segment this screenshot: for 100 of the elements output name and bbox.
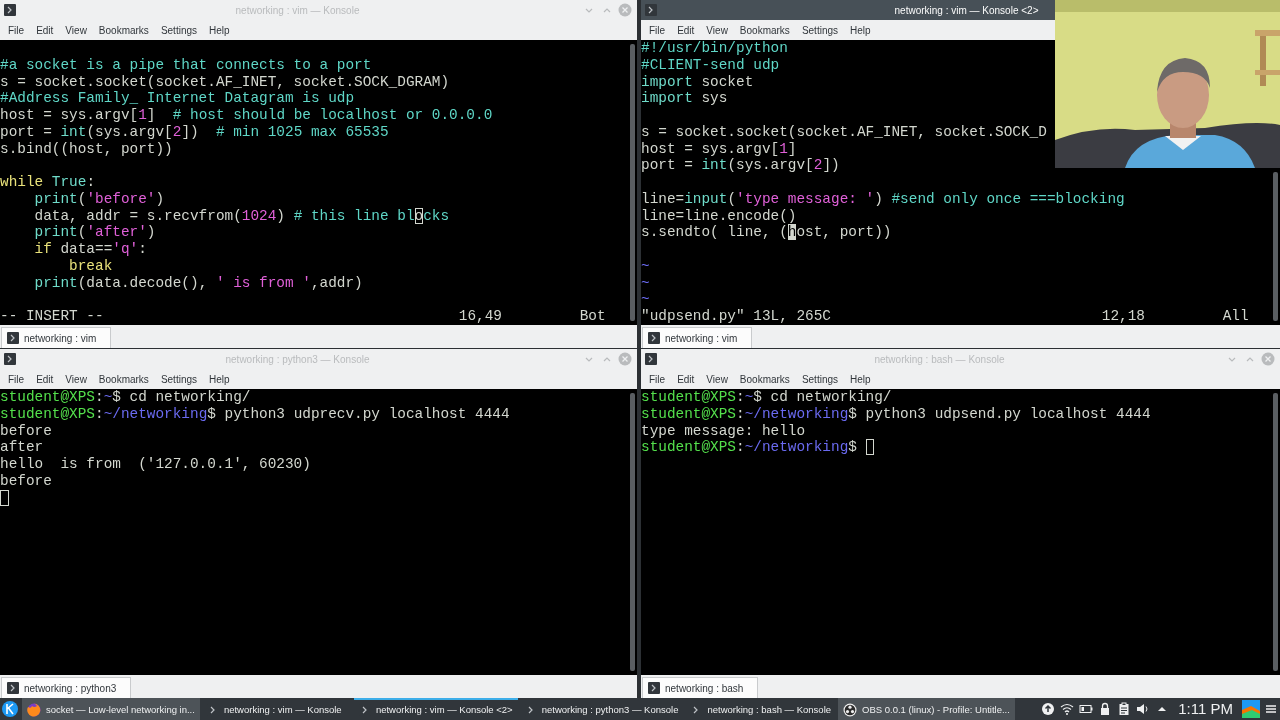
code-line: port = int(sys.argv[2]) # min 1025 max 65535 (0, 123, 389, 141)
terminal-icon[interactable] (4, 4, 16, 16)
cursor-position: 12,18 (1101, 308, 1145, 324)
clock[interactable]: 1:11 PM (1174, 697, 1237, 720)
menu-item[interactable]: File (643, 371, 672, 387)
terminal-icon (648, 332, 660, 344)
close-button[interactable] (617, 351, 633, 367)
menu-item[interactable]: Edit (671, 22, 701, 38)
clipboard-icon[interactable] (1117, 702, 1132, 716)
taskbar-button[interactable]: networking : vim — Konsole <2> (353, 698, 518, 720)
code-line: import socket (641, 73, 754, 91)
menu-item[interactable]: File (2, 371, 31, 387)
three-circles-icon (843, 703, 858, 717)
code-line: #!/usr/bin/python (641, 40, 788, 57)
scrollbar[interactable] (630, 44, 635, 321)
menu-item[interactable]: Bookmarks (92, 371, 155, 387)
code-line: #CLIENT-send udp (641, 56, 780, 74)
tilde-marker: ~ (641, 257, 650, 275)
taskbar-button[interactable]: OBS 0.0.1 (linux) - Profile: Untitle... (838, 698, 1015, 720)
tilde-marker: ~ (641, 274, 650, 292)
code-line: #Address Family_ Internet Datagram is udp (0, 90, 355, 107)
menu-item[interactable]: Settings (795, 371, 844, 387)
scrollbar[interactable] (1273, 172, 1278, 321)
menu-item[interactable]: File (643, 22, 672, 38)
browser-icon (27, 703, 41, 717)
close-icon (618, 352, 632, 366)
prompt-line: student@XPS:~/networking$ python3 udpsend.py localhost 4444 (641, 405, 1151, 423)
code-line: import sys (641, 90, 728, 107)
prompt-line: student@XPS:~$ cd networking/ (641, 389, 892, 406)
code-line: s.bind((host, port)) (0, 140, 173, 158)
menu-item[interactable]: Bookmarks (733, 22, 796, 38)
taskbar-button[interactable]: socket — Low-level networking in... (22, 698, 200, 720)
output-line: after (0, 439, 44, 456)
terminal-icon[interactable] (645, 4, 657, 16)
code-line: host = sys.argv[1] # host should be localhost or 0.0.0.0 (0, 107, 493, 124)
menu-item[interactable]: Settings (154, 22, 203, 38)
close-button[interactable] (1260, 351, 1276, 367)
menu-item[interactable]: File (2, 22, 31, 38)
text-cursor (0, 489, 9, 506)
menu-item[interactable]: Edit (30, 371, 60, 387)
cursor-position: 16,49 (458, 308, 502, 324)
terminal-icon (7, 332, 19, 344)
menu-item[interactable]: Help (844, 22, 877, 38)
menu-item[interactable]: Edit (671, 371, 701, 387)
code-line: s = socket.socket(socket.AF_INET, socket.SOCK_D (641, 123, 1047, 141)
menu-item[interactable]: Help (203, 371, 236, 387)
session-tab[interactable]: networking : bash (642, 677, 759, 698)
taskbar-button[interactable]: networking : bash — Konsole (685, 698, 837, 720)
terminal-icon (7, 682, 19, 694)
session-tab[interactable]: networking : vim (642, 327, 753, 348)
close-button[interactable] (617, 2, 633, 18)
taskbar-button[interactable]: networking : vim — Konsole (201, 698, 352, 720)
menu-item[interactable]: View (59, 22, 93, 38)
menu-item[interactable]: Help (844, 371, 877, 387)
code-line: host = sys.argv[1] (641, 140, 797, 158)
menu-item[interactable]: View (700, 22, 734, 38)
code-line: print('after') (33, 224, 156, 241)
scroll-position: Bot (579, 308, 606, 324)
terminal-icon[interactable] (4, 353, 16, 365)
close-icon (618, 3, 632, 17)
code-line: print('before') (33, 190, 165, 208)
terminal-icon[interactable] (645, 353, 657, 365)
scrollbar[interactable] (1273, 393, 1278, 671)
menu-item[interactable]: Help (203, 22, 236, 38)
update-icon[interactable] (1041, 702, 1056, 716)
session-tab[interactable]: networking : python3 (1, 677, 132, 698)
code-line: s.sendto( line, (host, port)) (641, 224, 892, 241)
menu-item[interactable]: Edit (30, 22, 60, 38)
output-line: before (0, 422, 52, 440)
menu-item[interactable]: Settings (154, 371, 203, 387)
status-message: "udpsend.py" 13L, 265C (641, 308, 831, 324)
battery-icon[interactable] (1079, 702, 1094, 716)
output-line: type message: hello (641, 422, 806, 440)
taskbar-button[interactable]: networking : python3 — Konsole (519, 698, 684, 720)
scrollbar[interactable] (630, 393, 635, 671)
code-line: print(data.decode(), ' is from ',addr) (33, 274, 363, 292)
code-line: s = socket.socket(socket.AF_INET, socket.SOCK_DGRAM) (0, 73, 450, 91)
menu-icon[interactable] (1265, 703, 1277, 715)
code-line: #a socket is a pipe that connects to a port (0, 56, 372, 74)
scroll-position: All (1222, 308, 1249, 324)
close-icon (1261, 352, 1275, 366)
output-line: before (0, 472, 52, 490)
session-tab[interactable]: networking : vim (1, 327, 112, 348)
menu-item[interactable]: View (700, 371, 734, 387)
menu-item[interactable]: Bookmarks (733, 371, 796, 387)
tilde-marker: ~ (641, 291, 650, 308)
menu-item[interactable]: View (59, 371, 93, 387)
wifi-icon[interactable] (1060, 702, 1075, 716)
menu-item[interactable]: Settings (795, 22, 844, 38)
window-title: networking : vim — Konsole <2> (893, 3, 1040, 18)
prompt-line: student@XPS:~$ cd networking/ (0, 389, 251, 406)
output-line: hello is from ('127.0.0.1', 60230) (0, 456, 311, 473)
terminal-icon (648, 682, 660, 694)
code-line: if data=='q': (33, 241, 147, 258)
code-line: line=input('type message: ') #send only once ===blocking (641, 190, 1125, 208)
code-line: line=line.encode() (641, 207, 797, 225)
desktop-preview-icon[interactable] (1242, 700, 1260, 718)
menu-item[interactable]: Bookmarks (92, 22, 155, 38)
volume-icon[interactable] (1136, 702, 1151, 716)
status-message: -- INSERT -- (0, 308, 104, 324)
